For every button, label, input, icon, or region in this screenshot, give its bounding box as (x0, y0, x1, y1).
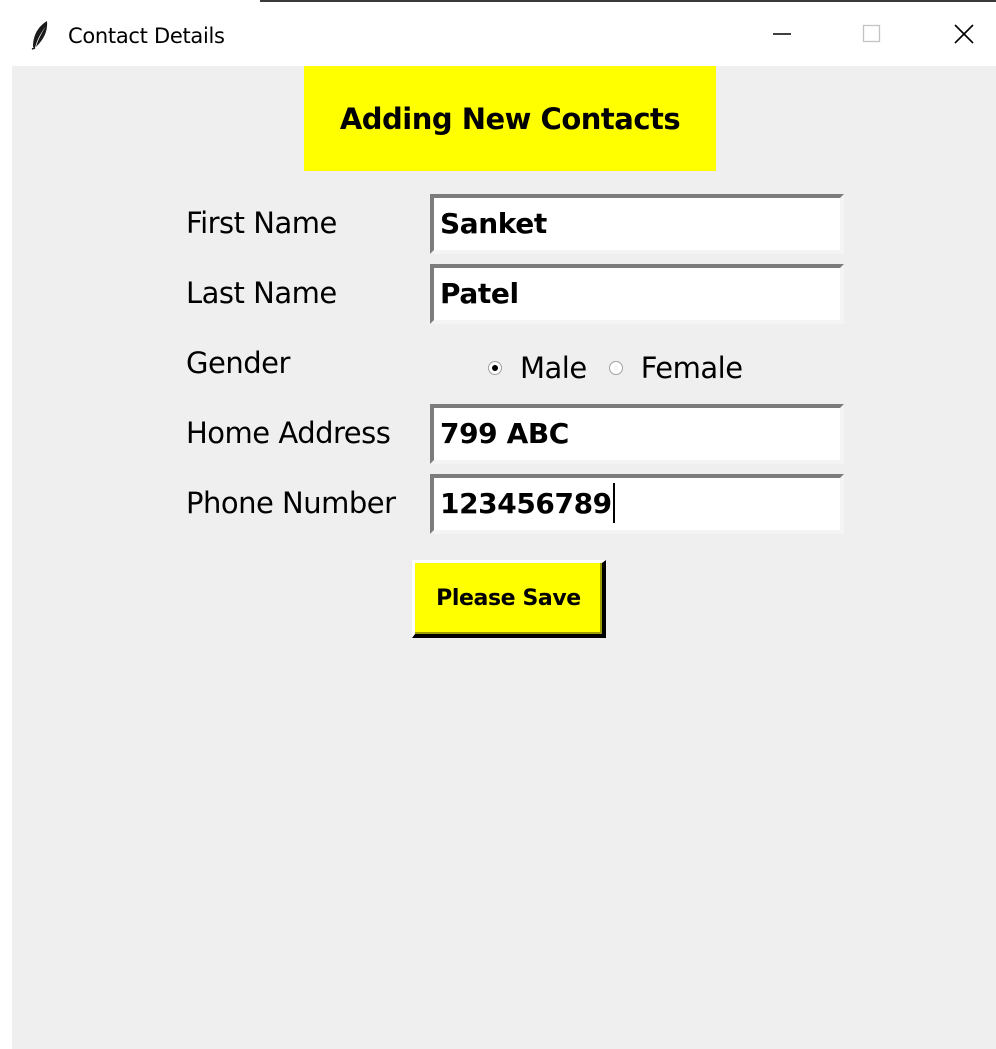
radio-male-label: Male (520, 351, 587, 385)
maximize-icon (861, 23, 883, 49)
save-button[interactable]: Please Save (412, 560, 606, 638)
text-cursor (612, 483, 615, 523)
minimize-button[interactable] (736, 4, 828, 68)
phone-number-label: Phone Number (186, 486, 396, 520)
maximize-button[interactable] (826, 4, 918, 68)
feather-icon (28, 20, 52, 50)
first-name-label: First Name (186, 206, 337, 240)
last-name-label: Last Name (186, 276, 337, 310)
home-address-value: 799 ABC (440, 417, 569, 450)
close-icon (953, 23, 975, 49)
radio-female-indicator[interactable] (608, 361, 623, 375)
first-name-value: Sanket (440, 207, 547, 240)
form-area: Adding New Contacts First Name Sanket La… (12, 66, 996, 1049)
home-address-field[interactable]: 799 ABC (430, 404, 844, 464)
radio-male-indicator[interactable] (488, 361, 502, 375)
close-button[interactable] (918, 4, 996, 68)
app-window: Contact Details Adding New Contacts Firs… (0, 0, 996, 1049)
radio-male[interactable]: Male (488, 351, 609, 385)
last-name-field[interactable]: Patel (430, 264, 844, 324)
title-bar[interactable]: Contact Details (0, 2, 996, 66)
gender-radio-group: Male Female (488, 344, 765, 392)
radio-female[interactable]: Female (608, 351, 765, 385)
first-name-field[interactable]: Sanket (430, 194, 844, 254)
window-title: Contact Details (68, 24, 225, 48)
radio-female-label: Female (640, 351, 743, 385)
form-heading: Adding New Contacts (304, 66, 716, 171)
last-name-value: Patel (440, 277, 519, 310)
phone-number-value: 123456789 (440, 487, 612, 520)
phone-number-field[interactable]: 123456789 (430, 474, 844, 534)
gender-label: Gender (186, 346, 290, 380)
minimize-icon (771, 23, 793, 49)
home-address-label: Home Address (186, 416, 391, 450)
